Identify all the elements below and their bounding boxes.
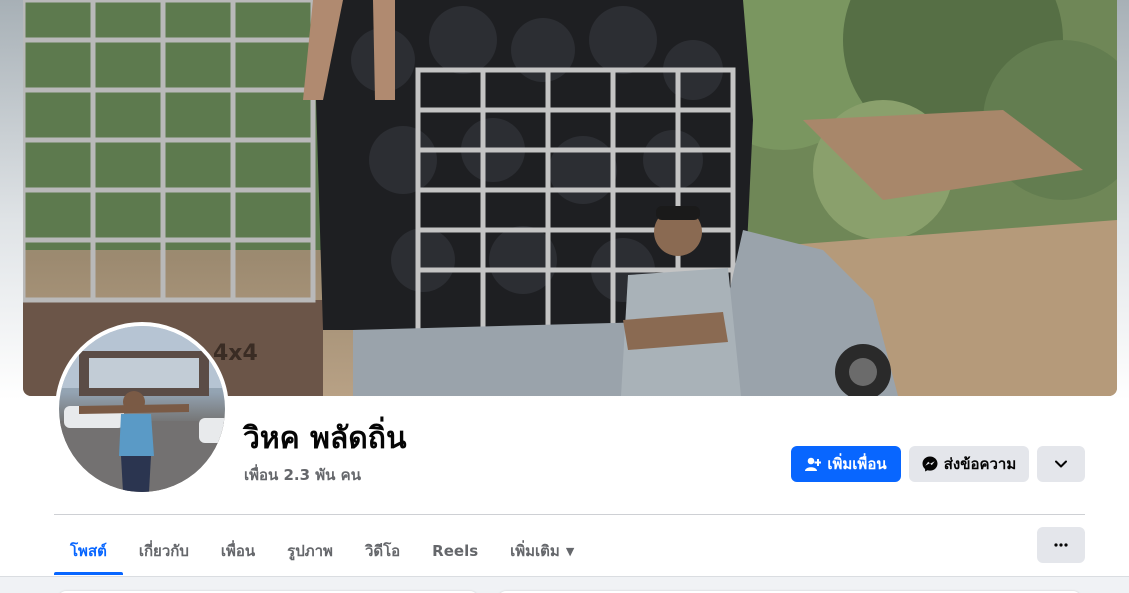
- tab-about[interactable]: เกี่ยวกับ: [123, 527, 205, 575]
- tab-more[interactable]: เพิ่มเติม ▼: [494, 527, 590, 575]
- ellipsis-icon: [1054, 543, 1068, 547]
- friends-count-link[interactable]: เพื่อน 2.3 พัน คน: [244, 463, 361, 487]
- profile-more-button[interactable]: [1037, 446, 1085, 482]
- chevron-down-icon: [1055, 460, 1067, 468]
- tab-reels[interactable]: Reels: [416, 527, 494, 575]
- tab-posts[interactable]: โพสต์: [54, 527, 123, 575]
- message-button[interactable]: ส่งข้อความ: [909, 446, 1029, 482]
- tab-label: เพิ่มเติม: [510, 542, 560, 560]
- messenger-icon: [922, 456, 938, 472]
- profile-avatar[interactable]: [55, 322, 229, 496]
- person-add-icon: [805, 457, 822, 471]
- tab-label: เกี่ยวกับ: [138, 542, 189, 560]
- message-label: ส่งข้อความ: [943, 455, 1017, 473]
- profile-tabs: โพสต์ เกี่ยวกับ เพื่อน รูปภาพ วิดีโอ Ree…: [54, 527, 590, 575]
- profile-name: วิหค พลัดถิ่น: [243, 421, 407, 456]
- header-divider: [54, 514, 1085, 515]
- tab-label: Reels: [432, 542, 479, 560]
- tabs-more-button[interactable]: [1037, 527, 1085, 563]
- caret-down-icon: ▼: [565, 544, 575, 558]
- tab-friends[interactable]: เพื่อน: [205, 527, 271, 575]
- tab-label: วิดีโอ: [364, 542, 401, 560]
- tab-label: โพสต์: [70, 542, 107, 560]
- tab-label: รูปภาพ: [287, 542, 333, 560]
- tab-photos[interactable]: รูปภาพ: [271, 527, 349, 575]
- avatar-photo: [59, 326, 225, 492]
- add-friend-button[interactable]: เพิ่มเพื่อน: [791, 446, 901, 482]
- tab-label: เพื่อน: [220, 542, 256, 560]
- tab-videos[interactable]: วิดีโอ: [349, 527, 416, 575]
- add-friend-label: เพิ่มเพื่อน: [827, 455, 887, 473]
